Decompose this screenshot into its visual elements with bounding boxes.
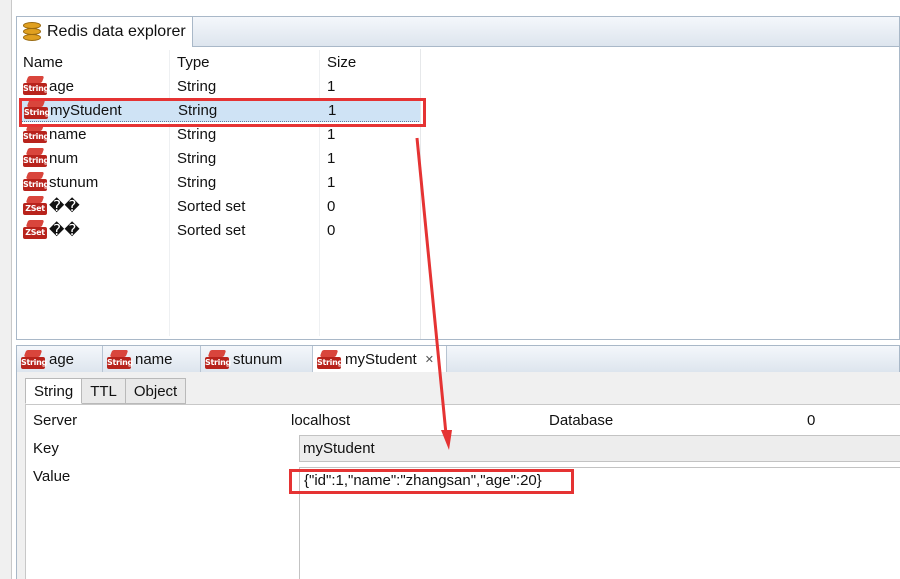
table-row[interactable]: String age String 1 — [19, 74, 421, 98]
database-value: 0 — [807, 412, 816, 429]
tab-name[interactable]: String name — [103, 346, 201, 373]
key-size: 0 — [327, 197, 336, 215]
tab-label: name — [135, 351, 173, 368]
redis-string-icon: String — [23, 148, 49, 168]
key-name: num — [49, 149, 79, 167]
key-name: myStudent — [50, 101, 122, 119]
tab-mystudent[interactable]: String myStudent ✕ — [313, 346, 447, 373]
tab-age[interactable]: String age — [17, 346, 103, 373]
tab-label: age — [49, 351, 75, 368]
key-type: Sorted set — [177, 197, 246, 215]
key-size: 1 — [327, 125, 336, 143]
close-icon[interactable]: ✕ — [425, 353, 434, 366]
key-value: myStudent — [303, 440, 375, 457]
table-row-selected[interactable]: String myStudent String 1 — [19, 98, 421, 122]
subtab-ttl[interactable]: TTL — [82, 378, 126, 404]
redis-string-icon: String — [317, 349, 343, 370]
explorer-title: Redis data explorer — [47, 23, 186, 40]
key-field[interactable]: myStudent — [299, 435, 900, 462]
tab-label: myStudent — [345, 351, 417, 368]
redis-string-icon: String — [24, 100, 50, 120]
key-name: age — [49, 77, 75, 95]
redis-string-icon: String — [205, 349, 231, 370]
value-textarea[interactable]: {"id":1,"name":"zhangsan","age":20} — [299, 467, 900, 579]
redis-string-icon: String — [23, 172, 49, 192]
detail-content: Server localhost Database 0 Key myStuden… — [25, 404, 900, 579]
keys-table: Name Type Size String age String 1 Strin… — [19, 50, 421, 336]
redis-string-icon: String — [21, 349, 47, 370]
value-label: Value — [33, 468, 71, 485]
tab-stunum[interactable]: String stunum — [201, 346, 313, 373]
key-name: �� — [49, 222, 80, 239]
redis-data-explorer-panel: Redis data explorer Name Type Size Strin… — [16, 16, 900, 340]
column-header-type[interactable]: Type — [169, 54, 319, 71]
table-header: Name Type Size — [19, 50, 421, 74]
redis-zset-icon: ZSet — [23, 220, 47, 240]
key-type: String — [177, 149, 217, 167]
key-size: 1 — [328, 101, 337, 119]
table-right-border — [420, 49, 421, 339]
server-label: Server — [33, 412, 78, 429]
key-type: String — [177, 173, 217, 191]
database-label: Database — [549, 412, 614, 429]
redis-zset-icon: ZSet — [23, 196, 47, 216]
key-name: �� — [49, 198, 80, 215]
subtab-object[interactable]: Object — [125, 378, 187, 404]
key-type: String — [177, 77, 217, 95]
detail-subtabs: String TTL Object — [25, 378, 187, 404]
key-name: name — [49, 125, 87, 143]
column-header-size[interactable]: Size — [319, 54, 419, 71]
table-row[interactable]: String stunum String 1 — [19, 170, 421, 194]
table-row[interactable]: String num String 1 — [19, 146, 421, 170]
key-type: String — [178, 101, 218, 119]
tab-redis-data-explorer[interactable]: Redis data explorer — [17, 17, 193, 47]
key-size: 1 — [327, 173, 336, 191]
editor-tab-bar: String age String name String stunum Str… — [16, 345, 900, 373]
key-size: 1 — [327, 149, 336, 167]
column-header-name[interactable]: Name — [19, 54, 169, 71]
redis-string-icon: String — [23, 124, 49, 144]
key-label: Key — [33, 440, 59, 457]
table-row[interactable]: ZSet �� Sorted set 0 — [19, 218, 421, 242]
left-window-edge — [0, 0, 12, 579]
tab-label: stunum — [233, 351, 283, 368]
redis-string-icon: String — [23, 76, 49, 96]
explorer-tab-bar: Redis data explorer — [17, 17, 899, 47]
table-row[interactable]: ZSet �� Sorted set 0 — [19, 194, 421, 218]
server-value: localhost — [291, 412, 351, 429]
key-size: 0 — [327, 221, 336, 239]
database-icon — [23, 22, 41, 42]
redis-string-icon: String — [107, 349, 133, 370]
key-type: Sorted set — [177, 221, 246, 239]
value-text: {"id":1,"name":"zhangsan","age":20} — [304, 472, 542, 489]
key-detail-panel: String TTL Object Server localhost Datab… — [16, 372, 900, 579]
key-size: 1 — [327, 77, 336, 95]
key-type: String — [177, 125, 217, 143]
subtab-string[interactable]: String — [25, 378, 83, 404]
key-name: stunum — [49, 173, 99, 191]
table-row[interactable]: String name String 1 — [19, 122, 421, 146]
